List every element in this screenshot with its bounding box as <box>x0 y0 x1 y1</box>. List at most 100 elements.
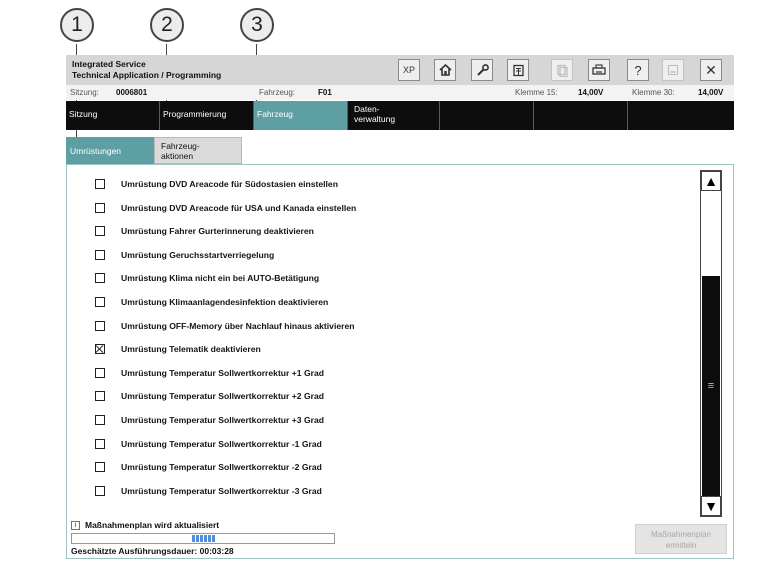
minimize-icon <box>668 65 678 75</box>
checkbox[interactable] <box>95 179 105 189</box>
info-icon: i <box>71 520 80 530</box>
tab-empty-3 <box>628 101 734 130</box>
checkbox[interactable] <box>95 297 105 307</box>
subtab-umruestungen[interactable]: Umrüstungen <box>66 137 154 164</box>
checkbox[interactable] <box>95 249 105 260</box>
list-item-label: Umrüstung DVD Areacode für Südostasien e… <box>121 179 338 189</box>
checkbox[interactable] <box>95 415 105 425</box>
help-button[interactable]: ? <box>627 59 649 81</box>
tab-programmierung-label: Programmierung <box>163 109 227 119</box>
list-item[interactable]: Umrüstung Temperatur Sollwertkorrektur +… <box>95 413 324 427</box>
subtab-umruestungen-label: Umrüstungen <box>70 146 122 156</box>
klemme30-label: Klemme 30: <box>632 88 675 97</box>
checkbox[interactable] <box>95 202 105 213</box>
status-text: Maßnahmenplan wird aktualisiert <box>85 520 220 530</box>
tab-programmierung[interactable]: Programmierung <box>160 101 254 130</box>
checkbox[interactable] <box>95 320 105 331</box>
document-icon <box>512 64 524 76</box>
tab-datenverwaltung-line1: Daten- <box>354 104 380 114</box>
wrench-button[interactable] <box>471 59 493 81</box>
list-item-label: Umrüstung Telematik deaktivieren <box>121 344 261 355</box>
checkbox[interactable] <box>95 391 105 402</box>
status-message: i Maßnahmenplan wird aktualisiert <box>71 520 219 530</box>
list-item[interactable]: Umrüstung Telematik deaktivieren <box>95 342 261 356</box>
scroll-down-button[interactable]: ▼ <box>701 496 721 516</box>
sitzung-label: Sitzung: <box>70 88 99 97</box>
home-icon <box>438 64 452 76</box>
xp-button[interactable]: XP <box>398 59 420 81</box>
arrow-down-icon: ▼ <box>704 498 718 514</box>
scrollbar-thumb[interactable]: ≡ <box>702 276 720 496</box>
close-button[interactable]: ✕ <box>700 59 722 81</box>
tab-sitzung-label: Sitzung <box>69 109 98 119</box>
list-item-label: Umrüstung Temperatur Sollwertkorrektur -… <box>121 438 322 449</box>
list-item-label: Umrüstung Temperatur Sollwertkorrektur +… <box>121 415 325 425</box>
list-item-label: Umrüstung OFF-Memory über Nachlauf hinau… <box>121 320 355 331</box>
list-item[interactable]: Umrüstung Fahrer Gurterinnerung deaktivi… <box>95 224 314 238</box>
checkbox[interactable] <box>95 344 105 355</box>
copy-icon <box>557 64 568 77</box>
klemme15-label: Klemme 15: <box>515 88 558 97</box>
title-bar: Integrated Service Technical Application… <box>66 55 734 85</box>
app-title-line1: Integrated Service <box>72 59 146 69</box>
app-title: Integrated Service Technical Application… <box>72 59 221 81</box>
progress-bar <box>71 533 335 544</box>
checkbox[interactable] <box>95 485 105 496</box>
tab-sitzung[interactable]: Sitzung <box>66 101 160 130</box>
subtab-fahrzeugaktionen[interactable]: Fahrzeug- aktionen <box>154 137 242 164</box>
estimated-duration: Geschätzte Ausführungsdauer: 00:03:28 <box>71 546 234 556</box>
list-item[interactable]: Umrüstung Temperatur Sollwertkorrektur -… <box>95 437 322 451</box>
list-item[interactable]: Umrüstung DVD Areacode für Südostasien e… <box>95 177 338 191</box>
progress-indicator <box>192 535 216 542</box>
list-item-label: Umrüstung DVD Areacode für USA und Kanad… <box>121 202 357 213</box>
tab-datenverwaltung-line2: verwaltung <box>354 114 396 124</box>
list-item-label: Umrüstung Temperatur Sollwertkorrektur -… <box>121 462 322 473</box>
session-info-bar: Sitzung: 0006801 Fahrzeug: F01 Klemme 15… <box>66 85 734 100</box>
fahrzeug-value: F01 <box>318 88 332 97</box>
subtab-fahrzeugaktionen-line1: Fahrzeug- <box>161 141 200 151</box>
determine-plan-button[interactable]: Maßnahmenplan ermitteln <box>635 524 727 554</box>
list-item[interactable]: Umrüstung OFF-Memory über Nachlauf hinau… <box>95 319 355 333</box>
list-item[interactable]: Umrüstung Temperatur Sollwertkorrektur -… <box>95 460 322 474</box>
tab-fahrzeug[interactable]: Fahrzeug <box>254 101 348 130</box>
arrow-up-icon: ▲ <box>704 173 718 189</box>
list-item-label: Umrüstung Klimaanlagendesinfektion deakt… <box>121 297 329 307</box>
list-item[interactable]: Umrüstung Temperatur Sollwertkorrektur +… <box>95 389 324 403</box>
tab-empty-2 <box>534 101 628 130</box>
copy-button[interactable] <box>551 59 573 81</box>
home-button[interactable] <box>434 59 456 81</box>
vertical-scrollbar[interactable]: ▲ ≡ ▼ <box>700 170 722 517</box>
list-item[interactable]: Umrüstung Klimaanlagendesinfektion deakt… <box>95 295 328 309</box>
list-item[interactable]: Umrüstung Temperatur Sollwertkorrektur +… <box>95 366 324 380</box>
checkbox[interactable] <box>95 226 105 237</box>
document-button[interactable] <box>507 59 529 81</box>
tab-empty-1 <box>440 101 534 130</box>
sitzung-value: 0006801 <box>116 88 148 97</box>
tab-datenverwaltung[interactable]: Daten- verwaltung <box>348 101 440 130</box>
content-panel: Umrüstung DVD Areacode für Südostasien e… <box>66 164 734 559</box>
checkbox[interactable] <box>95 462 105 473</box>
list-item[interactable]: Umrüstung Geruchsstartverriegelung <box>95 248 274 262</box>
determine-plan-button-line2: ermitteln <box>665 541 697 550</box>
fahrzeug-label: Fahrzeug: <box>259 88 296 97</box>
list-item[interactable]: Umrüstung Temperatur Sollwertkorrektur -… <box>95 484 322 498</box>
list-item-label: Umrüstung Fahrer Gurterinnerung deaktivi… <box>121 226 314 237</box>
main-navigation: Sitzung Programmierung Fahrzeug Daten- v… <box>66 101 734 130</box>
list-item[interactable]: Umrüstung Klima nicht ein bei AUTO-Betät… <box>95 271 319 285</box>
checkbox[interactable] <box>95 273 105 284</box>
checkbox[interactable] <box>95 438 105 449</box>
list-item-label: Umrüstung Temperatur Sollwertkorrektur +… <box>121 367 325 378</box>
list-item-label: Umrüstung Geruchsstartverriegelung <box>121 249 275 260</box>
callout-2: 2 <box>150 8 184 42</box>
printer-icon <box>592 64 606 75</box>
printer-button[interactable] <box>588 59 610 81</box>
determine-plan-button-line1: Maßnahmenplan <box>650 530 712 539</box>
scroll-up-button[interactable]: ▲ <box>701 171 721 191</box>
tab-fahrzeug-label: Fahrzeug <box>257 109 293 119</box>
list-item[interactable]: Umrüstung DVD Areacode für USA und Kanad… <box>95 201 356 215</box>
callout-1: 1 <box>60 8 94 42</box>
grip-icon: ≡ <box>707 380 715 392</box>
checkbox[interactable] <box>95 367 105 378</box>
subtab-fahrzeugaktionen-line2: aktionen <box>161 151 194 161</box>
minimize-button[interactable] <box>662 59 684 81</box>
